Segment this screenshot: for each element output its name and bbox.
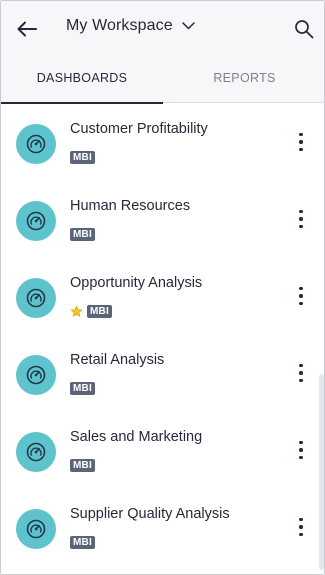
more-options-button[interactable] (291, 438, 311, 462)
mbi-badge: MBI (70, 459, 95, 472)
tab-reports-label: REPORTS (213, 71, 276, 85)
gauge-icon (26, 134, 46, 154)
more-options-button[interactable] (291, 207, 311, 231)
gauge-icon (26, 288, 46, 308)
list-item[interactable]: Customer Profitability MBI (1, 104, 324, 181)
dashboard-title: Retail Analysis (70, 352, 165, 368)
workspace-selector[interactable]: My Workspace (66, 14, 195, 38)
more-options-button[interactable] (291, 361, 311, 385)
dashboard-avatar (16, 509, 56, 549)
dashboard-avatar (16, 124, 56, 164)
dashboard-avatar (16, 278, 56, 318)
dashboard-avatar (16, 355, 56, 395)
dashboard-avatar (16, 432, 56, 472)
more-vert-icon (299, 286, 303, 291)
badge-group: MBI (70, 459, 95, 472)
list-item[interactable]: Human Resources MBI (1, 181, 324, 258)
back-arrow-icon (17, 21, 37, 37)
tab-reports[interactable]: REPORTS (163, 63, 324, 103)
more-options-button[interactable] (291, 284, 311, 308)
dashboard-title: Opportunity Analysis (70, 275, 203, 291)
dashboard-title: Sales and Marketing (70, 429, 203, 445)
mbi-badge: MBI (70, 536, 95, 549)
favorite-star-icon (70, 305, 83, 318)
list-item[interactable]: Opportunity Analysis MBI (1, 258, 324, 335)
badge-group: MBI (70, 305, 112, 318)
mbi-badge: MBI (70, 382, 95, 395)
badge-group: MBI (70, 228, 95, 241)
back-button[interactable] (15, 17, 39, 41)
tab-dashboards[interactable]: DASHBOARDS (1, 63, 163, 103)
mbi-badge: MBI (70, 228, 95, 241)
search-icon (295, 20, 314, 39)
gauge-icon (26, 519, 46, 539)
gauge-icon (26, 365, 46, 385)
dashboard-title: Human Resources (70, 198, 191, 214)
more-vert-icon (299, 517, 303, 522)
workspace-title: My Workspace (66, 17, 173, 34)
list-item[interactable]: Supplier Quality Analysis MBI (1, 489, 324, 566)
mbi-badge: MBI (87, 305, 112, 318)
dashboard-title: Supplier Quality Analysis (70, 506, 230, 522)
scrollbar-thumb[interactable] (319, 374, 324, 570)
more-vert-icon (299, 209, 303, 214)
more-vert-icon (299, 363, 303, 368)
app-header: My Workspace DASHBOARDS REPORTS (1, 1, 324, 104)
search-button[interactable] (293, 18, 315, 40)
dashboard-avatar (16, 201, 56, 241)
more-vert-icon (299, 440, 303, 445)
badge-group: MBI (70, 536, 95, 549)
dashboard-title: Customer Profitability (70, 121, 208, 137)
list-item[interactable]: Sales and Marketing MBI (1, 412, 324, 489)
badge-group: MBI (70, 382, 95, 395)
more-options-button[interactable] (291, 130, 311, 154)
mbi-badge: MBI (70, 151, 95, 164)
app-frame: My Workspace DASHBOARDS REPORTS Customer… (0, 0, 325, 575)
chevron-down-icon (181, 22, 195, 30)
list-item[interactable]: Retail Analysis MBI (1, 335, 324, 412)
tab-bar: DASHBOARDS REPORTS (1, 63, 324, 104)
more-options-button[interactable] (291, 515, 311, 539)
more-vert-icon (299, 132, 303, 137)
tab-dashboards-label: DASHBOARDS (36, 71, 128, 85)
gauge-icon (26, 442, 46, 462)
gauge-icon (26, 211, 46, 231)
badge-group: MBI (70, 151, 95, 164)
